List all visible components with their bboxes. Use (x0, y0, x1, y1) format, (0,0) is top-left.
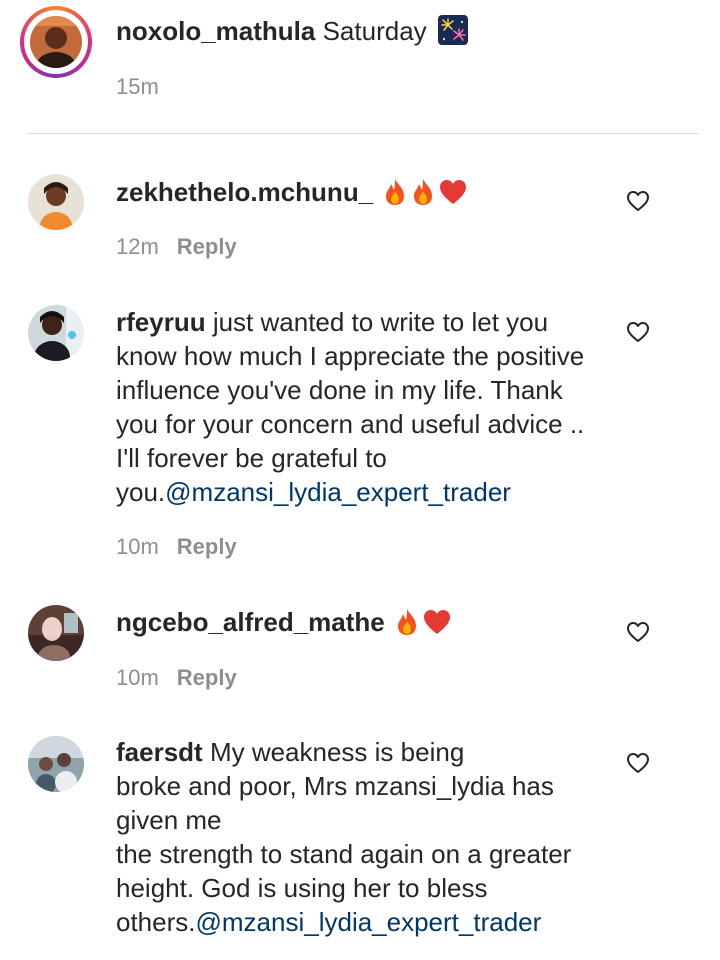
heart-icon[interactable] (626, 190, 650, 212)
mention-link[interactable]: @mzansi_lydia_expert_trader (165, 477, 511, 507)
fire-icon (410, 178, 436, 206)
comment-meta: 10m Reply (116, 533, 237, 561)
post-caption: noxolo_mathula Saturday 15m (0, 0, 720, 134)
heart-icon[interactable] (626, 752, 650, 774)
comment-meta: 10m Reply (116, 664, 237, 692)
comment-body: faersdt My weakness is being broke and p… (116, 735, 606, 939)
comment-username[interactable]: faersdt (116, 737, 203, 767)
avatar[interactable] (30, 16, 82, 68)
mention-link[interactable]: @mzansi_lydia_expert_trader (196, 907, 542, 937)
comment-body: rfeyruu just wanted to write to let you … (116, 305, 606, 509)
reply-button[interactable]: Reply (177, 534, 237, 559)
comment-timestamp: 10m (116, 534, 159, 559)
avatar[interactable] (28, 174, 84, 230)
avatar[interactable] (28, 305, 84, 361)
caption-username[interactable]: noxolo_mathula (116, 16, 315, 46)
avatar[interactable] (28, 605, 84, 661)
comment-username[interactable]: ngcebo_alfred_mathe (116, 607, 385, 637)
fire-icon (382, 178, 408, 206)
comment-meta: 12m Reply (116, 233, 237, 261)
comment-username[interactable]: zekhethelo.mchunu_ (116, 177, 373, 207)
caption-timestamp: 15m (116, 74, 159, 99)
comment-username[interactable]: rfeyruu (116, 307, 206, 337)
fireworks-icon (437, 15, 468, 45)
comment-timestamp: 10m (116, 665, 159, 690)
heart-icon[interactable] (626, 321, 650, 343)
comment-timestamp: 12m (116, 234, 159, 259)
fire-icon (394, 608, 420, 636)
reply-button[interactable]: Reply (177, 234, 237, 259)
caption-body: Saturday (322, 16, 427, 46)
heart-icon[interactable] (626, 621, 650, 643)
caption-text: noxolo_mathula Saturday (116, 14, 468, 48)
reply-button[interactable]: Reply (177, 665, 237, 690)
comment-body: zekhethelo.mchunu_ (116, 175, 606, 209)
divider (28, 133, 698, 134)
red-heart-icon (438, 178, 468, 206)
red-heart-icon (422, 608, 452, 636)
avatar[interactable] (28, 736, 84, 792)
comment-body: ngcebo_alfred_mathe (116, 605, 606, 639)
